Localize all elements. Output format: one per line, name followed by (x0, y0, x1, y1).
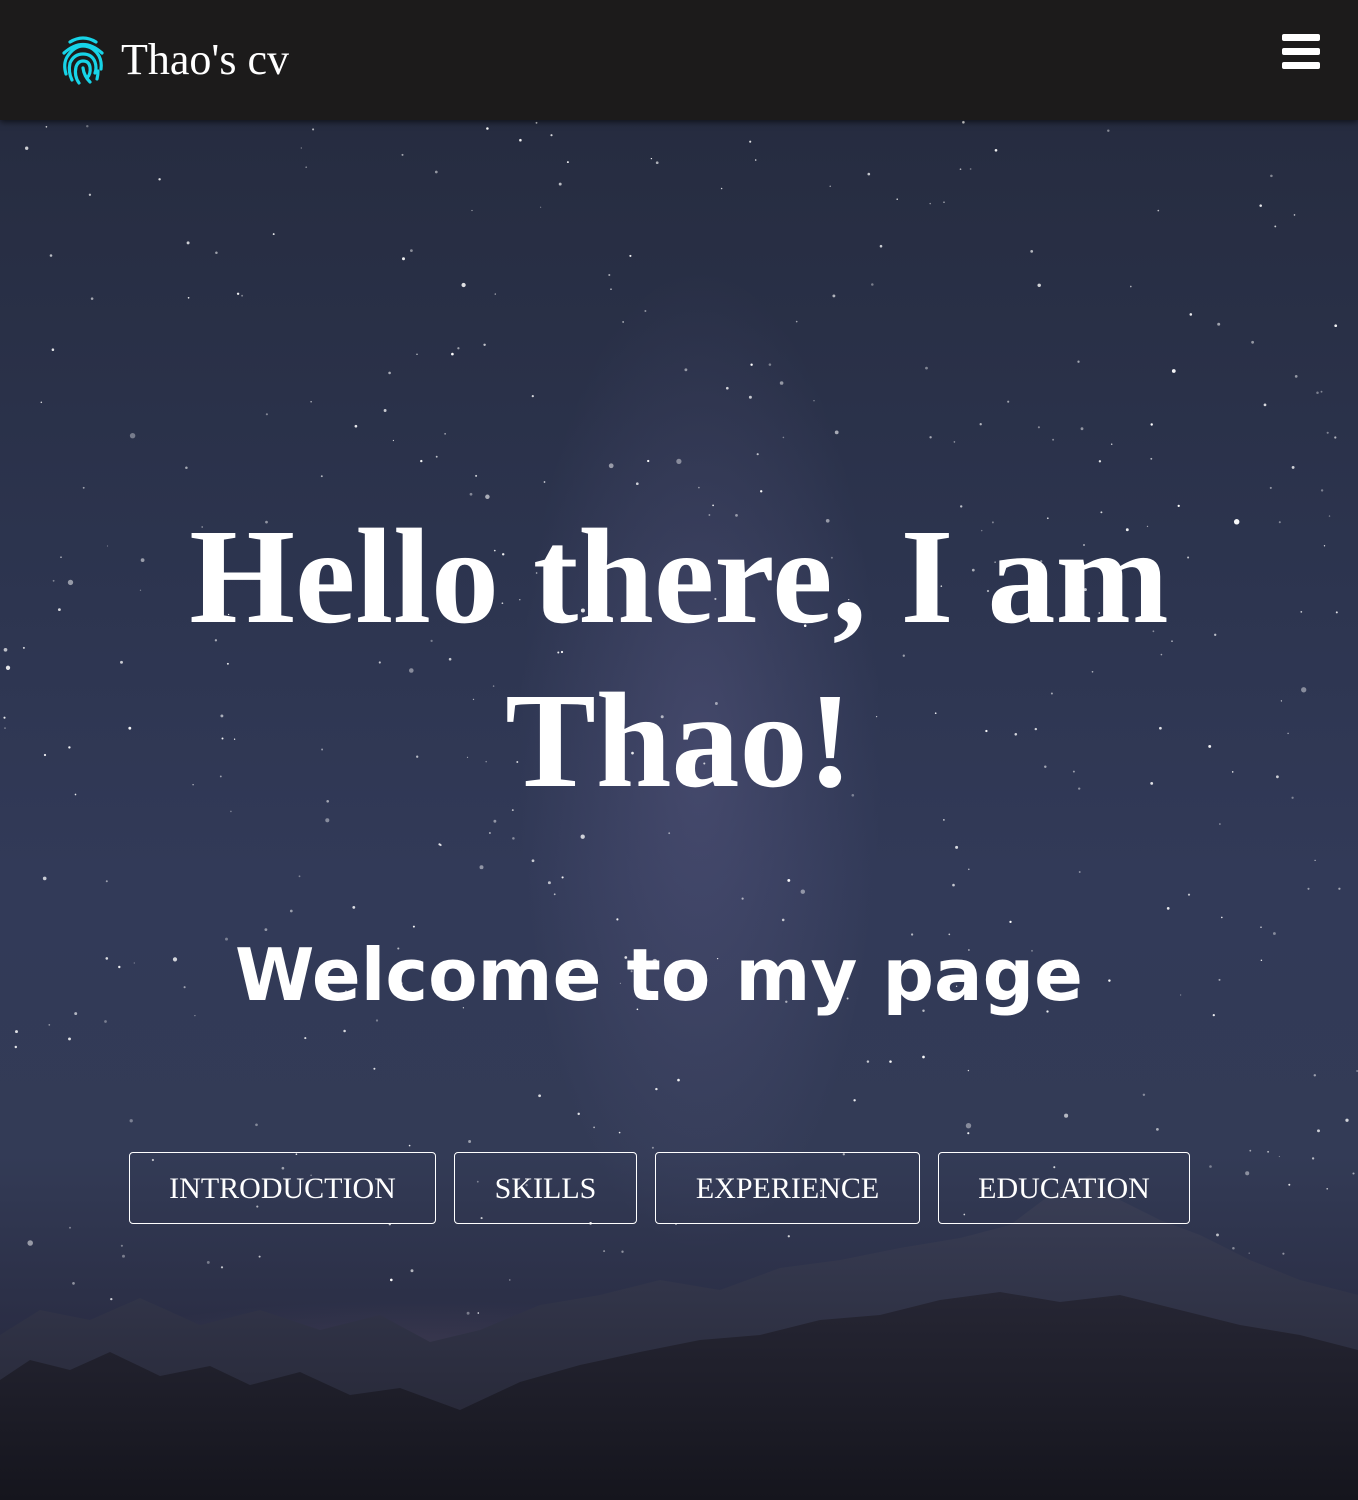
hero-heading: Hello there, I am Thao! (189, 502, 1169, 816)
hero-subheading: Welcome to my page (235, 933, 1083, 1017)
navbar: Thao's cv (0, 0, 1358, 120)
brand-link[interactable]: Thao's cv (60, 32, 289, 88)
menu-bar (1282, 48, 1320, 55)
menu-bar (1282, 34, 1320, 41)
brand-name: Thao's cv (121, 35, 289, 84)
menu-bar (1282, 62, 1320, 69)
section-buttons: INTRODUCTION SKILLS EXPERIENCE EDUCATION (0, 1152, 1358, 1224)
fingerprint-icon (62, 36, 104, 85)
hero-section: Hello there, I am Thao! Welcome to my pa… (0, 120, 1358, 1500)
introduction-button[interactable]: INTRODUCTION (129, 1152, 436, 1224)
hamburger-menu-icon[interactable] (1276, 28, 1326, 74)
education-button[interactable]: EDUCATION (938, 1152, 1190, 1224)
experience-button[interactable]: EXPERIENCE (655, 1152, 920, 1224)
skills-button[interactable]: SKILLS (454, 1152, 637, 1224)
